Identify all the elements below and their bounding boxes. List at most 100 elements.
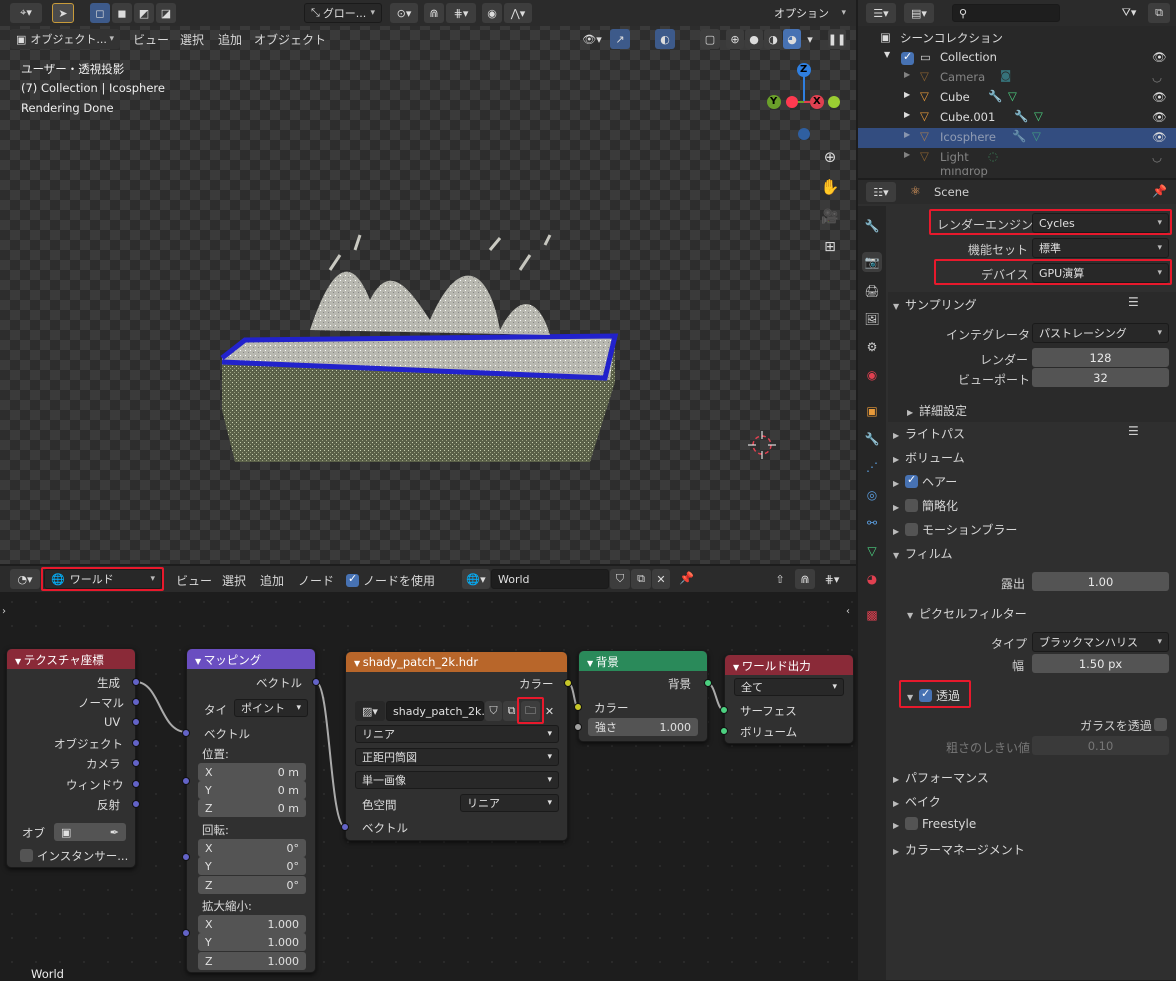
options-dropdown[interactable]: オプション ▾ — [768, 3, 852, 23]
view-layer-tab-icon[interactable]: 🖼 — [862, 309, 882, 329]
feature-set-dropdown[interactable]: 標準 ▾ — [1032, 238, 1169, 258]
scene-tab-icon[interactable]: ⚙ — [862, 337, 882, 357]
sampling-section-header[interactable]: ▼ サンプリング — [893, 296, 977, 313]
transform-orientation-dropdown[interactable]: ⤡ グロー... ▾ — [304, 3, 382, 23]
pin-icon[interactable]: 📌 — [1152, 184, 1167, 198]
toggle-sidebar-button[interactable]: ❚❚ — [828, 29, 846, 49]
falloff-button[interactable]: ⋀▾ — [504, 3, 532, 23]
rotation-y-field[interactable]: Y 0° — [198, 857, 306, 875]
proportional-button[interactable]: ◉ — [482, 3, 502, 23]
bake-section[interactable]: ▶ ベイク — [893, 793, 941, 810]
socket-background-color-in[interactable] — [574, 703, 582, 711]
camera-icon[interactable]: 🎥 — [819, 207, 841, 227]
expand-icon[interactable]: ▼ — [884, 50, 890, 59]
zoom-icon[interactable]: ⊕ — [819, 147, 841, 167]
eye-closed-icon[interactable]: ◡ — [1152, 150, 1162, 164]
outliner-row-scene-collection[interactable]: ▣ シーンコレクション — [858, 28, 1176, 48]
select-invert-button[interactable]: ◪ — [156, 3, 176, 23]
hand-icon[interactable]: ✋ — [819, 177, 841, 197]
filter-button[interactable]: ⛛▾ — [1116, 3, 1142, 23]
exposure-field[interactable]: 1.00 — [1032, 572, 1169, 591]
duplicate-world-button[interactable]: ⧉ — [631, 569, 651, 589]
film-section-header[interactable]: ▼ フィルム — [893, 545, 953, 562]
world-name-field[interactable]: World — [491, 569, 609, 589]
snap-button[interactable]: ⋒ — [424, 3, 444, 23]
socket-normal[interactable] — [132, 698, 140, 706]
eye-icon[interactable]: 👁 — [1152, 130, 1167, 144]
socket-background-out[interactable] — [704, 679, 712, 687]
node-menu-view[interactable]: ビュー — [176, 572, 212, 589]
socket-window[interactable] — [132, 780, 140, 788]
fake-user-button[interactable]: ⛉ — [610, 569, 630, 589]
socket-scale[interactable] — [182, 929, 190, 937]
light-paths-section[interactable]: ▶ ライトパス — [893, 425, 965, 442]
node-editor-type-button[interactable]: ◔▾ — [10, 569, 40, 589]
outliner-search-input[interactable]: ⚲ — [952, 4, 1060, 22]
socket-env-color-out[interactable] — [564, 679, 572, 687]
outliner-row-cube[interactable]: ▶ ▽ Cube 🔧 ▽ 👁 — [858, 88, 1176, 108]
menu-select[interactable]: 選択 — [180, 31, 204, 48]
integrator-dropdown[interactable]: パストレーシング ▾ — [1032, 323, 1169, 343]
collection-checkbox[interactable] — [901, 50, 914, 65]
outliner-row-light[interactable]: ▶ ▽ Light ◌ ◡ — [858, 148, 1176, 168]
world-browse-button[interactable]: 🌐▾ — [462, 569, 490, 589]
object-field[interactable]: ▣ ✒ — [54, 823, 126, 841]
mode-dropdown[interactable]: ▣ オブジェクト... ▾ — [10, 29, 120, 49]
filter-width-field[interactable]: 1.50 px — [1032, 654, 1169, 673]
eye-icon[interactable]: 👁 — [1152, 50, 1167, 64]
image-browse-button[interactable]: ▨▾ — [355, 701, 385, 721]
node-menu-add[interactable]: 追加 — [260, 572, 284, 589]
node-header[interactable]: ▼ ワールド出力 — [725, 655, 853, 675]
output-tab-icon[interactable]: 🖨 — [862, 281, 882, 301]
simplify-section[interactable]: ▶ 簡略化 — [893, 497, 958, 514]
constraints-tab-icon[interactable]: ⚯ — [862, 513, 882, 533]
color-management-section[interactable]: ▶ カラーマネージメント — [893, 841, 1025, 858]
colorspace-dropdown[interactable]: リニア ▾ — [460, 794, 559, 812]
mapping-type-dropdown[interactable]: ポイント ▾ — [234, 699, 308, 717]
tool-tab-icon[interactable]: 🔧 — [862, 216, 882, 236]
image-source-dropdown[interactable]: 単一画像 ▾ — [355, 771, 559, 789]
outliner-row-cube001[interactable]: ▶ ▽ Cube.001 🔧 ▽ 👁 — [858, 108, 1176, 128]
use-nodes-checkbox[interactable] — [346, 572, 359, 587]
freestyle-checkbox[interactable] — [905, 817, 918, 830]
shading-material-button[interactable]: ◑ — [764, 29, 782, 49]
outliner-row-mindrop[interactable]: mindrop — [858, 168, 1176, 178]
socket-volume-in[interactable] — [720, 727, 728, 735]
world-tab-icon[interactable]: ◉ — [862, 365, 882, 385]
expand-icon[interactable]: ▶ — [904, 90, 910, 99]
menu-add[interactable]: 追加 — [218, 31, 242, 48]
socket-strength-in[interactable] — [574, 723, 582, 731]
motion-blur-section[interactable]: ▶ モーションブラー — [893, 521, 1017, 538]
node-header[interactable]: ▼ マッピング — [187, 649, 315, 669]
location-z-field[interactable]: Z0 m — [198, 799, 306, 817]
instancer-checkbox[interactable] — [20, 849, 33, 862]
editor-type-button[interactable]: ⌖▾ — [10, 3, 42, 23]
performance-section[interactable]: ▶ パフォーマンス — [893, 769, 989, 786]
render-samples-field[interactable]: 128 — [1032, 348, 1169, 367]
outliner-row-icosphere[interactable]: ▶ ▽ Icosphere 🔧 ▽ 👁 — [858, 128, 1176, 148]
viewport-samples-field[interactable]: 32 — [1032, 368, 1169, 387]
new-collection-button[interactable]: ⧉ — [1148, 3, 1170, 23]
strength-field[interactable]: 強さ 1.000 — [588, 718, 698, 736]
socket-mapping-vector-in[interactable] — [182, 729, 190, 737]
image-name-field[interactable]: shady_patch_2k... — [386, 701, 492, 721]
image-fake-user-button[interactable]: ⛉ — [485, 701, 502, 721]
expand-icon[interactable]: ▶ — [904, 130, 910, 139]
pixel-filter-subsection[interactable]: ▼ ピクセルフィルター — [907, 605, 1027, 622]
eye-icon[interactable]: 👁 — [1152, 90, 1167, 104]
object-tab-icon[interactable]: ▣ — [862, 401, 882, 421]
physics-tab-icon[interactable]: ◎ — [862, 485, 882, 505]
scale-y-field[interactable]: Y 1.000 — [198, 933, 306, 951]
snap-node-button[interactable]: ⋒ — [795, 569, 815, 589]
location-y-field[interactable]: Y0 m — [198, 781, 306, 799]
rotation-x-field[interactable]: X 0° — [198, 839, 306, 857]
properties-editor-type-button[interactable]: ☷▾ — [866, 182, 896, 202]
socket-surface-in[interactable] — [720, 706, 728, 714]
shading-rendered-button[interactable]: ◕ — [783, 29, 801, 49]
eyedropper-icon[interactable]: ✒ — [110, 826, 119, 839]
outliner-editor-type-button[interactable]: ☰▾ — [866, 3, 896, 23]
socket-uv[interactable] — [132, 718, 140, 726]
socket-object[interactable] — [132, 739, 140, 747]
socket-camera[interactable] — [132, 759, 140, 767]
use-nodes-toggle[interactable]: ノードを使用 — [346, 572, 435, 589]
